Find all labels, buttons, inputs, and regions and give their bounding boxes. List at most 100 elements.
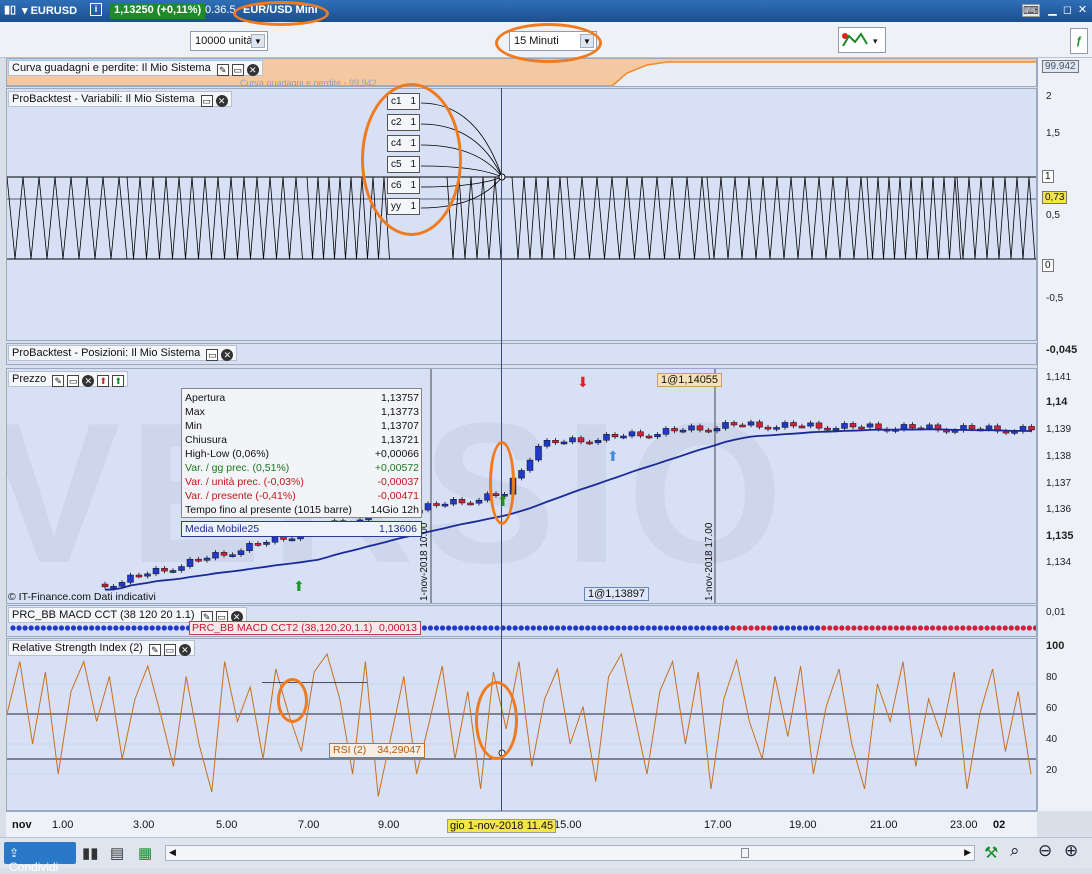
equity-panel: Curva guadagni e perdite: Il Mio Sistema… <box>6 58 1037 87</box>
share-button[interactable]: ⇪ Condividi <box>4 842 76 874</box>
wrench-icon[interactable]: ✎ <box>148 644 161 656</box>
candle-body <box>662 428 670 435</box>
macd-dot <box>1026 625 1032 631</box>
window-icon[interactable]: ▭ <box>231 64 244 76</box>
macd-dot <box>143 625 149 631</box>
equity-title-label: Curva guadagni e perdite: Il Mio Sistema <box>12 62 211 74</box>
symbol-menu[interactable]: ▾ EURUSD <box>22 4 77 17</box>
variables-title[interactable]: ProBacktest - Variabili: Il Mio Sistema … <box>8 91 232 107</box>
info-label: Apertura <box>185 392 226 404</box>
scroll-left-icon[interactable]: ◀ <box>169 847 176 858</box>
add-indicator-button[interactable]: ▾ <box>838 27 886 53</box>
macd-dot <box>887 625 893 631</box>
macd-dot <box>173 625 179 631</box>
macd-dot <box>433 625 440 631</box>
info-value: 1,13757 <box>381 392 419 404</box>
functions-icon[interactable]: ƒ <box>1070 28 1088 54</box>
order-label-bottom[interactable]: 1@1,13897 <box>584 587 650 601</box>
maximize-button[interactable]: ◻ <box>1061 4 1074 17</box>
close-button[interactable]: ✕ <box>1076 4 1089 17</box>
rsi-title[interactable]: Relative Strength Index (2) ✎ ▭ ✕ <box>8 640 195 656</box>
ohlc-info-box: Apertura 1,13757 Max 1,13773 Min 1,13707 Chius… <box>181 388 422 518</box>
info-value: -0,00037 <box>377 476 419 488</box>
variable-signal <box>7 176 128 260</box>
close-icon[interactable]: ✕ <box>178 644 191 656</box>
price-tick: 1,141 <box>1046 372 1072 383</box>
close-icon[interactable]: ✕ <box>82 375 95 387</box>
candle-body <box>280 536 287 540</box>
info-label: High-Low (0,06%) <box>185 448 270 460</box>
tools-icon[interactable]: ⚒ <box>984 843 998 863</box>
price-title[interactable]: Prezzo ✎ ▭ ✕ ⬆ ⬆ <box>8 371 129 387</box>
equity-title[interactable]: Curva guadagni e perdite: Il Mio Sistema… <box>8 60 263 76</box>
units-select[interactable]: 10000 unità ▼ <box>190 31 268 51</box>
price-tick: 1,139 <box>1046 424 1072 435</box>
close-icon[interactable]: ✕ <box>221 349 234 361</box>
info-row: Var. / unità prec. (-0,03%) -0,00037 <box>185 476 419 490</box>
candle-body <box>552 440 559 444</box>
macd-dot <box>560 625 567 631</box>
macd-dot <box>694 625 700 631</box>
window-icon[interactable]: ▭ <box>67 375 80 387</box>
keyboard-icon[interactable]: ⌨ <box>1022 4 1040 17</box>
candle-body <box>110 586 117 589</box>
macd-legend: PRC_BB MACD CCT2 (38,120,20,1.1) 0,00013 <box>189 621 421 635</box>
positions-title[interactable]: ProBacktest - Posizioni: Il Mio Sistema … <box>8 345 238 361</box>
candle-body <box>815 422 823 429</box>
rsi-tick: 100 <box>1046 640 1065 652</box>
time-tick: 23.00 <box>950 819 978 831</box>
minimize-button[interactable]: ▁ <box>1046 4 1059 17</box>
macd-dot <box>730 625 736 631</box>
annotation-ring <box>475 681 518 760</box>
macd-dot <box>917 625 924 631</box>
macd-dot <box>639 625 645 631</box>
price-title-label: Prezzo <box>12 373 47 385</box>
zoom-in-icon[interactable]: ⊕ <box>1064 841 1078 861</box>
macd-dot <box>748 625 754 631</box>
indicator-icon: ▾ <box>842 32 878 47</box>
macd-dot <box>881 625 887 631</box>
zoom-fit-icon[interactable]: ⌕ <box>1010 841 1020 861</box>
info-row: High-Low (0,06%) +0,00066 <box>185 448 419 462</box>
macd-dot <box>40 625 46 631</box>
window-icon[interactable]: ▭ <box>206 349 219 361</box>
macd-dot <box>458 625 464 631</box>
candle-body <box>909 424 916 429</box>
scroll-right-icon[interactable]: ▶ <box>964 847 971 858</box>
window-icon[interactable]: ▭ <box>163 644 176 656</box>
info-icon[interactable]: i <box>90 3 102 16</box>
candle-body <box>135 574 143 578</box>
layers-icon[interactable]: ▦ <box>138 844 152 862</box>
macd-dot <box>1020 625 1026 631</box>
list-icon[interactable]: ▤ <box>110 844 124 862</box>
time-tick: 7.00 <box>298 819 320 831</box>
macd-dot <box>839 625 845 631</box>
candles-icon[interactable]: ▮▮ <box>82 844 99 862</box>
zoom-out-icon[interactable]: ⊖ <box>1038 841 1052 861</box>
variable-point <box>498 173 506 181</box>
window-icon[interactable]: ▭ <box>200 95 213 107</box>
candle-body <box>722 422 729 429</box>
wrench-icon[interactable]: ✎ <box>216 64 229 76</box>
bottom-toolbar: ⇪ Condividi ▮▮ ▤ ▦ ◀ ▶ ⚒ ⌕ ⊖ ⊕ <box>0 837 1092 874</box>
wrench-icon[interactable]: ✎ <box>52 375 65 387</box>
candle-body <box>186 558 194 567</box>
macd-dot <box>784 625 791 631</box>
price-panel: VERSIO ⬆⬆⬇⬆ Prezzo ✎▭✕⬆⬆ 1@1,14055 1@1,1… <box>6 368 1037 604</box>
buy-order-icon[interactable]: ⬆ <box>112 375 125 387</box>
price-tick: 1,135 <box>1046 530 1074 542</box>
sell-order-icon[interactable]: ⬆ <box>97 375 110 387</box>
time-tick: 15.00 <box>554 819 582 831</box>
time-scrollbar[interactable]: ◀ ▶ <box>165 845 975 861</box>
macd-dot <box>506 625 512 631</box>
candle-body <box>790 422 797 427</box>
order-label-top[interactable]: 1@1,14055 <box>657 373 723 387</box>
scroll-thumb[interactable] <box>741 848 749 858</box>
price-scale: 99.942 2 1,5 1 0,73 0,5 0 -0,5 -0,045 1,… <box>1037 58 1092 811</box>
macd-dot <box>179 625 185 631</box>
macd-dot <box>627 625 633 631</box>
close-icon[interactable]: ✕ <box>246 64 259 76</box>
macd-dot <box>669 625 676 631</box>
macd-dot <box>863 625 869 631</box>
close-icon[interactable]: ✕ <box>215 95 228 107</box>
